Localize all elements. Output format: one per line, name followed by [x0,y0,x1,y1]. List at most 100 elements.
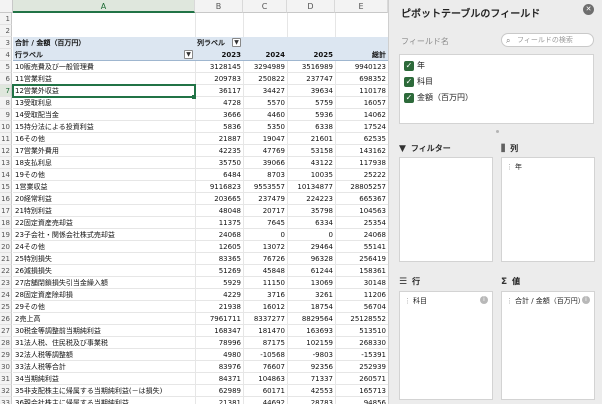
row-label-cell[interactable]: 17営業外費用 [13,145,195,157]
row-number[interactable]: 16 [0,193,12,205]
rows-drop-area[interactable]: ⋮ 科目 i [399,291,493,400]
value-cell[interactable]: 163693 [287,325,335,337]
value-cell[interactable]: -10568 [243,349,287,361]
filters-drop-area[interactable] [399,157,493,262]
value-cell[interactable]: 12605 [195,241,243,253]
value-cell[interactable]: 21938 [195,301,243,313]
row-label-cell[interactable]: 31法人税、住民税及び事業税 [13,337,195,349]
value-cell[interactable]: 42553 [287,385,335,397]
row-label-cell[interactable]: 2売上高 [13,313,195,325]
value-cell[interactable]: 8703 [243,169,287,181]
value-cell[interactable]: 4980 [195,349,243,361]
value-cell[interactable]: 9553557 [243,181,287,193]
value-cell[interactable]: 51269 [195,265,243,277]
row-number[interactable]: 12 [0,145,12,157]
year-header[interactable]: 2023 [195,49,243,61]
row-label-cell[interactable]: 1営業収益 [13,181,195,193]
value-cell[interactable]: 20717 [243,205,287,217]
row-number[interactable]: 9 [0,109,12,121]
grand-total-cell[interactable]: 62535 [335,133,388,145]
grand-total-cell[interactable]: 117938 [335,157,388,169]
row-label-cell[interactable]: 10販売費及び一般管理費 [13,61,195,73]
grand-total-cell[interactable]: 16057 [335,97,388,109]
grand-total-cell[interactable]: 665367 [335,193,388,205]
row-label-cell[interactable]: 24その他 [13,241,195,253]
row-label-cell[interactable]: 23子会社・関係会社株式売却益 [13,229,195,241]
value-cell[interactable]: 5936 [287,109,335,121]
column-header-a[interactable]: A [13,0,195,13]
row-number[interactable]: 17 [0,205,12,217]
row-number[interactable]: 5 [0,61,12,73]
row-number[interactable]: 23 [0,277,12,289]
value-cell[interactable]: 76726 [243,253,287,265]
row-label-cell[interactable]: 29その他 [13,301,195,313]
year-header[interactable]: 2025 [287,49,335,61]
splitter-handle[interactable] [496,130,499,133]
value-cell[interactable]: 5350 [243,121,287,133]
value-cell[interactable]: 8337277 [243,313,287,325]
value-cell[interactable]: 5836 [195,121,243,133]
value-cell[interactable]: 3516989 [287,61,335,73]
value-cell[interactable]: 83365 [195,253,243,265]
row-label-cell[interactable]: 16その他 [13,133,195,145]
grand-total-header[interactable]: 総計 [335,49,388,61]
fill-handle[interactable] [192,95,196,99]
value-cell[interactable]: 168347 [195,325,243,337]
row-labels-header[interactable]: 行ラベル [13,49,195,61]
row-number[interactable]: 32 [0,385,12,397]
value-cell[interactable]: 36117 [195,85,243,97]
value-cell[interactable]: 237479 [243,193,287,205]
values-drop-area[interactable]: ⋮ 合計 / 金額（百万円） i [501,291,595,400]
grand-total-cell[interactable]: 260571 [335,373,388,385]
value-cell[interactable]: 181470 [243,325,287,337]
value-cell[interactable]: 24068 [195,229,243,241]
row-label-cell[interactable]: 27店舗閉鎖損失引当金繰入額 [13,277,195,289]
grand-total-cell[interactable]: 158361 [335,265,388,277]
value-field-chip[interactable]: ⋮ 合計 / 金額（百万円） [506,296,585,306]
value-cell[interactable]: -9803 [287,349,335,361]
value-cell[interactable]: 47769 [243,145,287,157]
value-cell[interactable]: 21381 [195,397,243,404]
value-cell[interactable]: 4229 [195,289,243,301]
checkbox-checked-icon[interactable]: ✓ [404,76,414,87]
value-cell[interactable]: 19047 [243,133,287,145]
value-cell[interactable]: 104863 [243,373,287,385]
value-cell[interactable]: 29464 [287,241,335,253]
row-label-cell[interactable]: 30税金等調整前当期純利益 [13,325,195,337]
field-search-input[interactable]: ⌕ フィールドの検索 [501,33,594,47]
value-cell[interactable]: 3716 [243,289,287,301]
columns-drop-area[interactable]: ⋮ 年 [501,157,595,262]
column-header-d[interactable]: D [287,0,335,13]
row-number[interactable]: 33 [0,397,12,404]
row-number[interactable]: 11 [0,133,12,145]
grand-total-cell[interactable]: 110178 [335,85,388,97]
row-number[interactable]: 19 [0,229,12,241]
info-icon[interactable]: i [480,296,488,304]
value-cell[interactable]: 11150 [243,277,287,289]
row-number[interactable]: 26 [0,313,12,325]
value-cell[interactable]: 28783 [287,397,335,404]
row-number[interactable]: 30 [0,361,12,373]
row-label-cell[interactable]: 15持分法による投資利益 [13,121,195,133]
grand-total-cell[interactable]: 9940123 [335,61,388,73]
value-cell[interactable]: 6338 [287,121,335,133]
column-header-c[interactable]: C [243,0,287,13]
value-cell[interactable]: 44692 [243,397,287,404]
field-item-year[interactable]: ✓ 年 [404,60,425,73]
column-filter-dropdown-icon[interactable]: ▼ [232,38,241,47]
value-cell[interactable]: 18754 [287,301,335,313]
close-icon[interactable]: ✕ [583,4,594,15]
value-cell[interactable]: 35798 [287,205,335,217]
value-cell[interactable]: 7961711 [195,313,243,325]
value-cell[interactable]: 10035 [287,169,335,181]
grand-total-cell[interactable]: 165713 [335,385,388,397]
value-cell[interactable]: 237747 [287,73,335,85]
grand-total-cell[interactable]: 698352 [335,73,388,85]
value-cell[interactable]: 39634 [287,85,335,97]
row-number[interactable]: 1 [0,13,12,25]
value-cell[interactable]: 3128145 [195,61,243,73]
value-cell[interactable]: 102159 [287,337,335,349]
value-cell[interactable]: 92356 [287,361,335,373]
row-number[interactable]: 8 [0,97,12,109]
value-cell[interactable]: 42235 [195,145,243,157]
